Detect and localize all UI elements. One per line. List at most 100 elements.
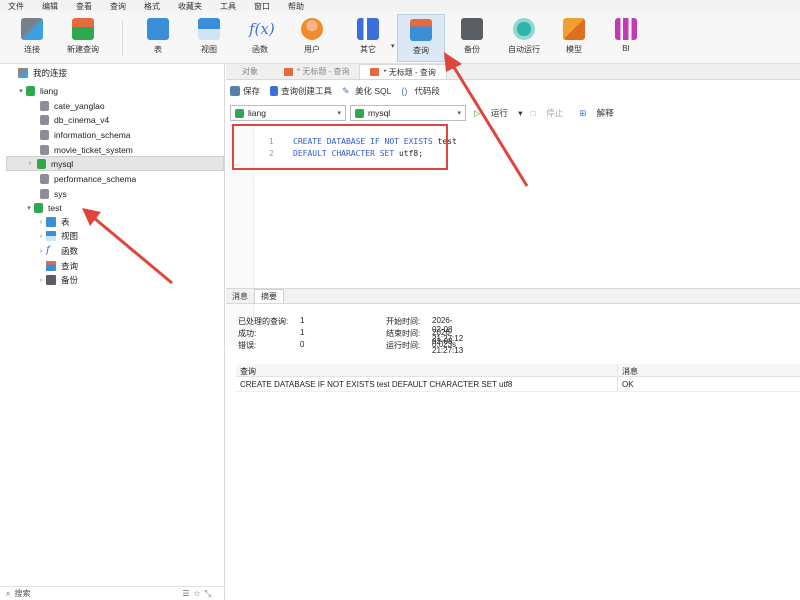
my-connections-header[interactable]: 我的连接 [18, 66, 67, 80]
selector-row: liang ▾ mysql ▾ ▷ 运行 ▾ □ 停止 ⊞ 解释 [226, 104, 800, 122]
menu-query[interactable]: 查询 [110, 1, 126, 12]
chevron-down-icon: ▾ [337, 110, 341, 117]
bi-button[interactable]: BI [610, 14, 642, 62]
beautify-sql-button[interactable]: ✎ 美化 SQL [342, 85, 391, 97]
tab-objects[interactable]: 对象 [226, 64, 274, 79]
run-button[interactable]: ▷ 运行 ▾ [474, 107, 523, 119]
expand-arrow-icon[interactable]: › [36, 277, 46, 284]
stop-button[interactable]: □ 停止 [531, 107, 572, 119]
menu-view[interactable]: 查看 [76, 1, 92, 12]
query-builder-button[interactable]: 查询创建工具 [270, 85, 332, 97]
expand-arrow-icon[interactable]: › [36, 248, 46, 255]
model-icon [563, 18, 585, 40]
processed-label: 已处理的查询: [238, 317, 289, 326]
user-button[interactable]: 用户 [296, 14, 328, 62]
processed-value: 1 [300, 316, 305, 325]
expand-icon[interactable]: ⤡ [205, 589, 215, 598]
explain-button[interactable]: ⊞ 解释 [579, 107, 622, 119]
expand-arrow-icon[interactable]: › [36, 219, 46, 226]
error-label: 错误: [238, 341, 257, 350]
column-divider [617, 364, 618, 392]
tab-untitled-query-1[interactable]: * 无标题 - 查询 [274, 64, 359, 79]
tab-summary[interactable]: 摘要 [254, 289, 284, 303]
menu-tools[interactable]: 工具 [220, 1, 236, 12]
test-queries[interactable]: 查询 [46, 259, 78, 273]
save-button[interactable]: 保存 [230, 85, 260, 97]
connection-tree-panel: 我的连接 ▾ liang cate_yanglao db_cinema_v4 i… [0, 64, 225, 600]
new-query-button[interactable]: 新建查询 [58, 14, 108, 62]
menu-favorites[interactable]: 收藏夹 [178, 1, 202, 12]
table-row[interactable]: CREATE DATABASE IF NOT EXISTS test DEFAU… [236, 378, 800, 392]
menu-edit[interactable]: 编辑 [42, 1, 58, 12]
table-cell-query: CREATE DATABASE IF NOT EXISTS test DEFAU… [240, 380, 513, 389]
column-header-query[interactable]: 查询 [240, 366, 256, 377]
menu-file[interactable]: 文件 [8, 1, 24, 12]
db-information-schema[interactable]: information_schema [40, 128, 131, 142]
tree-search-bar[interactable]: ⌕ 搜索 ☰☆⤡ [0, 586, 225, 600]
connection-liang[interactable]: ▾ liang [16, 84, 58, 98]
connection-group-icon [18, 68, 28, 78]
database-select[interactable]: mysql ▾ [350, 105, 466, 121]
explain-icon: ⊞ [579, 108, 587, 118]
db-performance-schema[interactable]: performance_schema [40, 172, 136, 186]
column-header-message[interactable]: 消息 [622, 366, 638, 377]
view-button[interactable]: 视图 [193, 14, 225, 62]
star-icon[interactable]: ☆ [193, 589, 204, 598]
query-icon [284, 67, 293, 76]
result-table-header: 查询 消息 [236, 364, 800, 377]
connection-select[interactable]: liang ▾ [230, 105, 346, 121]
database-icon [355, 108, 364, 118]
connection-icon [235, 108, 244, 118]
menu-help[interactable]: 帮助 [288, 1, 304, 12]
expand-arrow-icon[interactable]: › [25, 160, 35, 167]
backup-button[interactable]: 备份 [456, 14, 488, 62]
database-icon [40, 189, 49, 199]
other-button[interactable]: 其它 [350, 14, 386, 62]
query-icon [410, 19, 432, 41]
db-mysql[interactable]: › mysql [6, 156, 224, 171]
db-cate-yanglao[interactable]: cate_yanglao [40, 99, 105, 113]
function-icon: f [46, 245, 50, 256]
robot-icon [513, 18, 535, 40]
database-icon [40, 174, 49, 184]
tab-untitled-query-2[interactable]: * 无标题 - 查询 [359, 64, 447, 79]
backup-icon [46, 275, 56, 285]
search-input[interactable]: 搜索 [14, 588, 30, 599]
model-button[interactable]: 模型 [558, 14, 590, 62]
user-icon [301, 18, 323, 40]
test-tables[interactable]: › 表 [36, 215, 70, 229]
toolbar-divider [122, 20, 123, 56]
auto-run-button[interactable]: 自动运行 [502, 14, 546, 62]
tab-message[interactable]: 消息 [226, 289, 254, 303]
play-icon: ▷ [474, 108, 481, 118]
menu-format[interactable]: 格式 [144, 1, 160, 12]
expand-arrow-icon[interactable]: ▾ [16, 87, 26, 95]
success-label: 成功: [238, 329, 257, 338]
database-icon [40, 101, 49, 111]
runtime-value: 0.023s [432, 340, 457, 349]
view-icon [46, 231, 56, 241]
test-backups[interactable]: › 备份 [36, 273, 78, 287]
query-button[interactable]: 查询 [397, 14, 445, 62]
expand-arrow-icon[interactable]: › [36, 233, 46, 240]
function-button[interactable]: f(x) 函数 [244, 14, 276, 62]
test-functions[interactable]: › f 函数 [36, 244, 78, 258]
filter-icon[interactable]: ☰ [182, 589, 193, 598]
database-icon [34, 203, 43, 213]
connect-button[interactable]: 连接 [14, 14, 50, 62]
snippet-icon: () [401, 86, 408, 96]
test-views[interactable]: › 视图 [36, 229, 78, 243]
db-test[interactable]: ▾ test [24, 201, 62, 215]
db-db-cinema-v4[interactable]: db_cinema_v4 [40, 113, 109, 127]
main-toolbar: 连接 新建查询 表 视图 f(x) 函数 用户 其它 ▾ 查询 备份 自动运行 … [0, 12, 800, 64]
expand-arrow-icon[interactable]: ▾ [24, 204, 34, 212]
table-icon [147, 18, 169, 40]
db-sys[interactable]: sys [40, 187, 67, 201]
function-icon: f(x) [249, 20, 275, 38]
table-button[interactable]: 表 [142, 14, 174, 62]
code-snippet-button[interactable]: () 代码段 [401, 85, 440, 97]
db-movie-ticket-system[interactable]: movie_ticket_system [40, 143, 133, 157]
other-dropdown-icon[interactable]: ▾ [391, 42, 395, 50]
menu-window[interactable]: 窗口 [254, 1, 270, 12]
wand-icon: ✎ [342, 86, 350, 96]
